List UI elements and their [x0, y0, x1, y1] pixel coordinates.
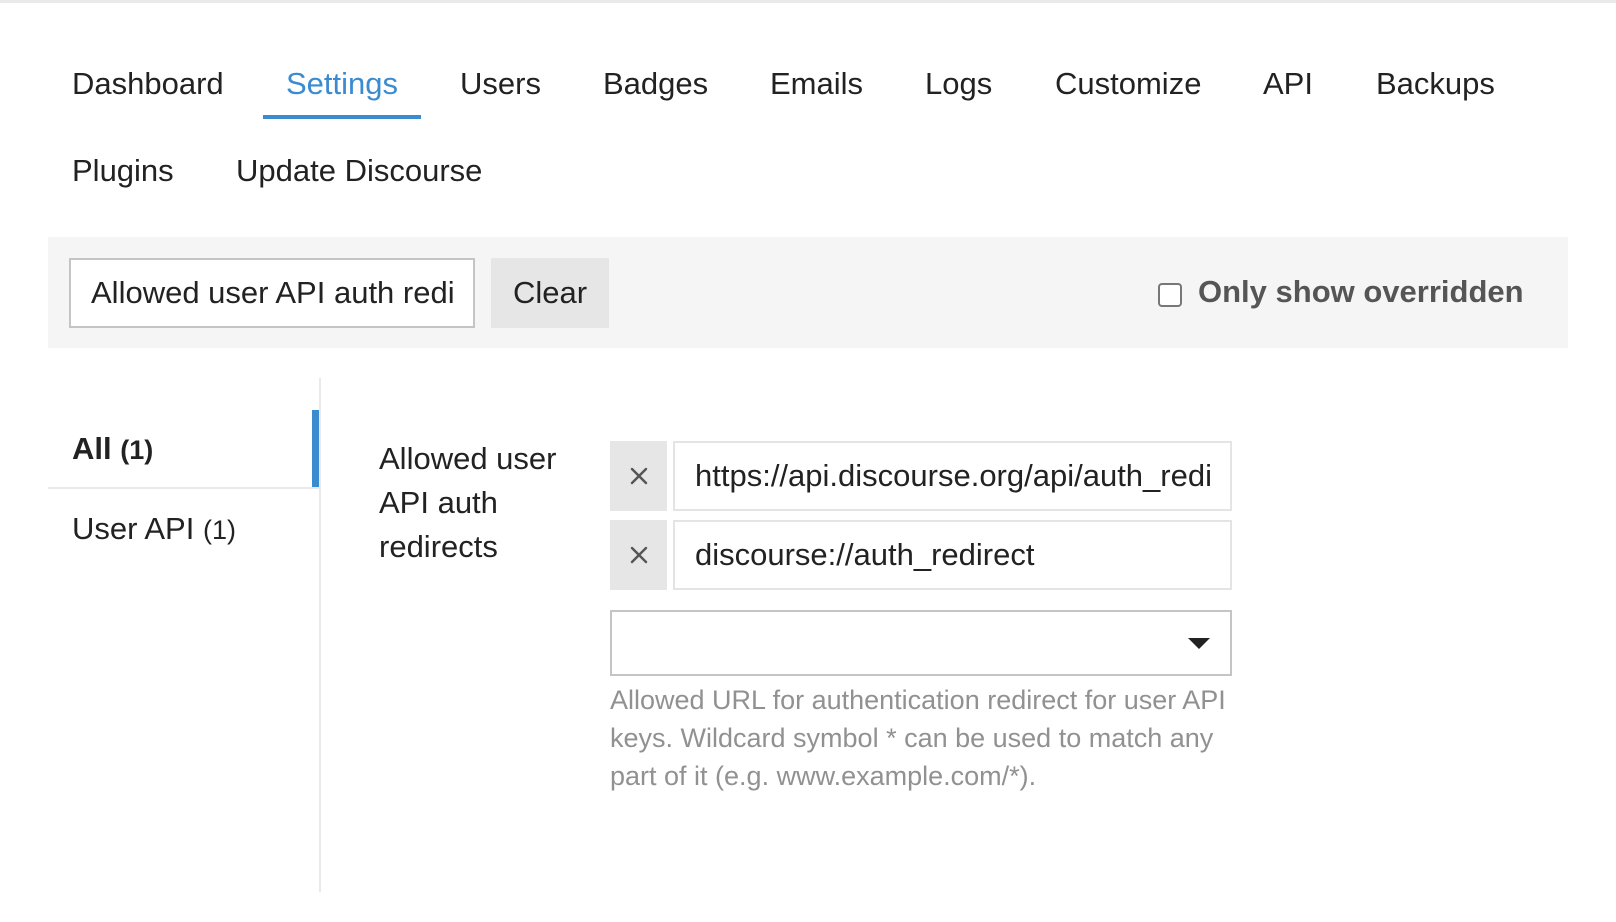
- tab-backups[interactable]: Backups: [1376, 66, 1495, 102]
- close-icon: [630, 467, 647, 485]
- tab-customize[interactable]: Customize: [1055, 66, 1201, 102]
- setting-label: Allowed user API auth redirects: [379, 441, 557, 564]
- tab-update-discourse[interactable]: Update Discourse: [236, 153, 482, 189]
- tab-plugins[interactable]: Plugins: [72, 153, 174, 189]
- remove-value-button[interactable]: [610, 520, 667, 590]
- tab-api[interactable]: API: [1263, 66, 1313, 102]
- settings-filter-input[interactable]: [69, 258, 475, 328]
- category-label: All: [72, 431, 112, 466]
- category-item-user-api[interactable]: User API (1): [72, 511, 236, 548]
- top-border: [0, 0, 1616, 3]
- tab-settings[interactable]: Settings: [286, 66, 398, 102]
- category-column-border: [319, 378, 321, 892]
- remove-value-button[interactable]: [610, 441, 667, 511]
- category-active-indicator: [312, 410, 319, 488]
- setting-value-input[interactable]: [673, 441, 1232, 511]
- tab-users[interactable]: Users: [460, 66, 541, 102]
- setting-description: Allowed URL for authentication redirect …: [610, 685, 1226, 791]
- tab-emails[interactable]: Emails: [770, 66, 863, 102]
- caret-down-icon: [1188, 638, 1210, 649]
- only-overridden-label[interactable]: Only show overridden: [1198, 274, 1524, 310]
- active-tab-underline: [263, 115, 421, 119]
- category-label: User API: [72, 511, 195, 546]
- clear-filter-button[interactable]: Clear: [491, 258, 609, 328]
- close-icon: [630, 546, 647, 564]
- setting-value-input[interactable]: [673, 520, 1232, 590]
- tab-logs[interactable]: Logs: [925, 66, 992, 102]
- category-count: (1): [202, 515, 236, 545]
- category-count: (1): [120, 435, 154, 465]
- category-divider: [48, 487, 319, 489]
- only-overridden-checkbox[interactable]: [1158, 283, 1182, 307]
- category-item-all[interactable]: All (1): [72, 431, 153, 468]
- tab-dashboard[interactable]: Dashboard: [72, 66, 224, 102]
- add-value-dropdown[interactable]: [610, 610, 1232, 676]
- tab-badges[interactable]: Badges: [603, 66, 708, 102]
